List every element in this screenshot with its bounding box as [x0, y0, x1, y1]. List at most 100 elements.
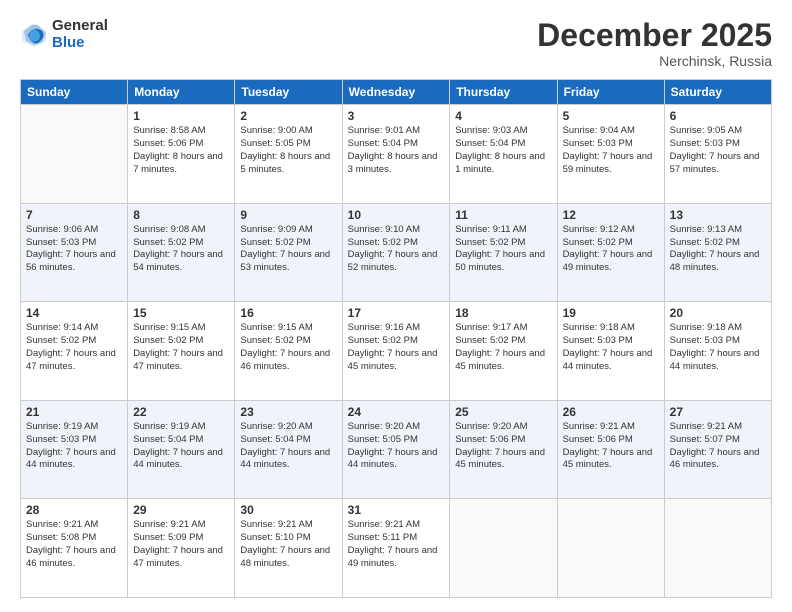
day-detail: Sunrise: 9:20 AMSunset: 5:06 PMDaylight:… [455, 421, 551, 472]
day-detail: Sunrise: 9:08 AMSunset: 5:02 PMDaylight:… [133, 224, 229, 275]
logo-general: General [52, 18, 108, 35]
calendar-cell: 24 Sunrise: 9:20 AMSunset: 5:05 PMDayligh… [342, 400, 450, 499]
calendar-cell: 3 Sunrise: 9:01 AMSunset: 5:04 PMDaylight… [342, 105, 450, 204]
day-detail: Sunrise: 9:12 AMSunset: 5:02 PMDaylight:… [563, 224, 659, 275]
day-number: 18 [455, 306, 551, 320]
day-number: 3 [348, 109, 445, 123]
calendar-cell: 11Sunrise: 9:11 AMSunset: 5:02 PMDayligh… [450, 203, 557, 302]
day-number: 23 [240, 405, 336, 419]
day-detail: Sunrise: 9:20 AMSunset: 5:05 PMDaylight:… [348, 421, 445, 472]
day-number: 9 [240, 208, 336, 222]
day-number: 20 [670, 306, 766, 320]
day-number: 19 [563, 306, 659, 320]
day-detail: Sunrise: 9:14 AMSunset: 5:02 PMDaylight:… [26, 322, 122, 373]
logo-icon [20, 21, 48, 49]
day-detail: Sunrise: 9:11 AMSunset: 5:02 PMDaylight:… [455, 224, 551, 275]
calendar-header-row: SundayMondayTuesdayWednesdayThursdayFrid… [21, 80, 772, 105]
calendar-week-row: 28Sunrise: 9:21 AMSunset: 5:08 PMDayligh… [21, 499, 772, 598]
day-number: 4 [455, 109, 551, 123]
calendar-cell: 27 Sunrise: 9:21 AMSunset: 5:07 PMDayligh… [664, 400, 771, 499]
calendar-week-row: 1 Sunrise: 8:58 AMSunset: 5:06 PMDaylight… [21, 105, 772, 204]
day-detail: Sunrise: 9:18 AMSunset: 5:03 PMDaylight:… [670, 322, 766, 373]
day-number: 21 [26, 405, 122, 419]
calendar-cell: 1 Sunrise: 8:58 AMSunset: 5:06 PMDaylight… [128, 105, 235, 204]
calendar-week-row: 21 Sunrise: 9:19 AMSunset: 5:03 PMDayligh… [21, 400, 772, 499]
day-detail: Sunrise: 9:01 AMSunset: 5:04 PMDaylight:… [348, 125, 445, 176]
day-detail: Sunrise: 9:09 AMSunset: 5:02 PMDaylight:… [240, 224, 336, 275]
day-detail: Sunrise: 9:13 AMSunset: 5:02 PMDaylight:… [670, 224, 766, 275]
day-number: 15 [133, 306, 229, 320]
calendar-cell: 31 Sunrise: 9:21 AMSunset: 5:11 PMDayligh… [342, 499, 450, 598]
day-detail: Sunrise: 9:19 AMSunset: 5:03 PMDaylight:… [26, 421, 122, 472]
day-number: 16 [240, 306, 336, 320]
header-thursday: Thursday [450, 80, 557, 105]
day-number: 7 [26, 208, 122, 222]
day-number: 12 [563, 208, 659, 222]
calendar-cell: 2 Sunrise: 9:00 AMSunset: 5:05 PMDaylight… [235, 105, 342, 204]
day-detail: Sunrise: 9:16 AMSunset: 5:02 PMDaylight:… [348, 322, 445, 373]
calendar-cell [557, 499, 664, 598]
calendar-cell: 16 Sunrise: 9:15 AMSunset: 5:02 PMDayligh… [235, 302, 342, 401]
day-number: 10 [348, 208, 445, 222]
day-detail: Sunrise: 9:18 AMSunset: 5:03 PMDaylight:… [563, 322, 659, 373]
day-detail: Sunrise: 9:21 AMSunset: 5:11 PMDaylight:… [348, 519, 445, 570]
calendar-table: SundayMondayTuesdayWednesdayThursdayFrid… [20, 79, 772, 598]
day-detail: Sunrise: 9:05 AMSunset: 5:03 PMDaylight:… [670, 125, 766, 176]
calendar-cell: 19 Sunrise: 9:18 AMSunset: 5:03 PMDayligh… [557, 302, 664, 401]
day-detail: Sunrise: 9:21 AMSunset: 5:09 PMDaylight:… [133, 519, 229, 570]
calendar-cell: 25 Sunrise: 9:20 AMSunset: 5:06 PMDayligh… [450, 400, 557, 499]
day-number: 27 [670, 405, 766, 419]
calendar-cell: 7 Sunrise: 9:06 AMSunset: 5:03 PMDaylight… [21, 203, 128, 302]
location: Nerchinsk, Russia [537, 53, 772, 69]
logo-text: General Blue [52, 18, 108, 51]
day-number: 1 [133, 109, 229, 123]
calendar-cell: 4 Sunrise: 9:03 AMSunset: 5:04 PMDaylight… [450, 105, 557, 204]
day-number: 17 [348, 306, 445, 320]
page: General Blue December 2025 Nerchinsk, Ru… [0, 0, 792, 612]
header-tuesday: Tuesday [235, 80, 342, 105]
logo-blue: Blue [52, 35, 108, 52]
day-detail: Sunrise: 9:20 AMSunset: 5:04 PMDaylight:… [240, 421, 336, 472]
day-detail: Sunrise: 9:15 AMSunset: 5:02 PMDaylight:… [133, 322, 229, 373]
calendar-cell: 26 Sunrise: 9:21 AMSunset: 5:06 PMDayligh… [557, 400, 664, 499]
day-number: 31 [348, 503, 445, 517]
header: General Blue December 2025 Nerchinsk, Ru… [20, 18, 772, 69]
day-number: 28 [26, 503, 122, 517]
day-number: 5 [563, 109, 659, 123]
calendar-cell: 30Sunrise: 9:21 AMSunset: 5:10 PMDayligh… [235, 499, 342, 598]
day-detail: Sunrise: 9:19 AMSunset: 5:04 PMDaylight:… [133, 421, 229, 472]
day-number: 26 [563, 405, 659, 419]
day-number: 24 [348, 405, 445, 419]
day-detail: Sunrise: 9:21 AMSunset: 5:06 PMDaylight:… [563, 421, 659, 472]
day-number: 29 [133, 503, 229, 517]
header-sunday: Sunday [21, 80, 128, 105]
day-detail: Sunrise: 9:15 AMSunset: 5:02 PMDaylight:… [240, 322, 336, 373]
calendar-cell: 8Sunrise: 9:08 AMSunset: 5:02 PMDaylight… [128, 203, 235, 302]
title-block: December 2025 Nerchinsk, Russia [537, 18, 772, 69]
calendar-cell: 28Sunrise: 9:21 AMSunset: 5:08 PMDayligh… [21, 499, 128, 598]
calendar-cell: 10Sunrise: 9:10 AMSunset: 5:02 PMDayligh… [342, 203, 450, 302]
calendar-cell: 29 Sunrise: 9:21 AMSunset: 5:09 PMDayligh… [128, 499, 235, 598]
header-wednesday: Wednesday [342, 80, 450, 105]
calendar-cell: 5Sunrise: 9:04 AMSunset: 5:03 PMDaylight… [557, 105, 664, 204]
calendar-cell [21, 105, 128, 204]
logo: General Blue [20, 18, 108, 51]
day-detail: Sunrise: 9:03 AMSunset: 5:04 PMDaylight:… [455, 125, 551, 176]
day-number: 6 [670, 109, 766, 123]
day-number: 2 [240, 109, 336, 123]
day-number: 14 [26, 306, 122, 320]
day-number: 25 [455, 405, 551, 419]
day-number: 13 [670, 208, 766, 222]
day-detail: Sunrise: 9:21 AMSunset: 5:10 PMDaylight:… [240, 519, 336, 570]
calendar-cell: 9 Sunrise: 9:09 AMSunset: 5:02 PMDaylight… [235, 203, 342, 302]
day-detail: Sunrise: 8:58 AMSunset: 5:06 PMDaylight:… [133, 125, 229, 176]
month-title: December 2025 [537, 18, 772, 53]
day-detail: Sunrise: 9:21 AMSunset: 5:07 PMDaylight:… [670, 421, 766, 472]
calendar-cell: 15 Sunrise: 9:15 AMSunset: 5:02 PMDayligh… [128, 302, 235, 401]
calendar-cell: 18Sunrise: 9:17 AMSunset: 5:02 PMDayligh… [450, 302, 557, 401]
calendar-cell [450, 499, 557, 598]
day-detail: Sunrise: 9:06 AMSunset: 5:03 PMDaylight:… [26, 224, 122, 275]
calendar-cell: 23 Sunrise: 9:20 AMSunset: 5:04 PMDayligh… [235, 400, 342, 499]
day-detail: Sunrise: 9:00 AMSunset: 5:05 PMDaylight:… [240, 125, 336, 176]
header-saturday: Saturday [664, 80, 771, 105]
